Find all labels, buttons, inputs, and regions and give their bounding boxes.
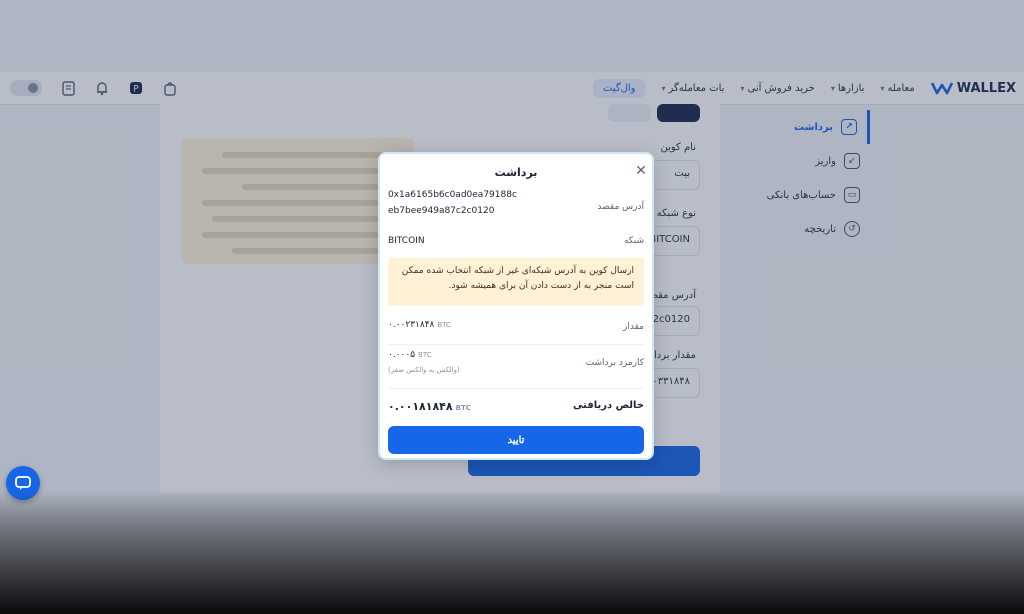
page: P WALLEX معامله ▾ بازارها ▾ خرید فروش آن…: [0, 0, 1024, 614]
network-warning: ارسال کوین به آدرس شبکه‌ای غیر از شبکه ا…: [388, 258, 644, 306]
network-label: شبکه: [623, 236, 644, 246]
net-value-wrap: ۰.۰۰۱۸۱۸۴۸ BTC: [388, 400, 471, 413]
modal-title: برداشت: [494, 166, 538, 179]
destination-address-line1: 0x1a6165b6c0ad0ea79188c: [388, 190, 517, 200]
withdraw-confirm-modal: برداشت ✕ آدرس مقصد 0x1a6165b6c0ad0ea7918…: [378, 152, 654, 460]
destination-row: آدرس مقصد 0x1a6165b6c0ad0ea79188c eb7bee…: [388, 190, 644, 224]
amount-label: مقدار: [623, 322, 644, 332]
fee-row: کارمزد برداشت ۰.۰۰۰۵ BTC (والکس به والکس …: [388, 350, 644, 380]
divider: [388, 388, 644, 389]
amount-unit: BTC: [437, 321, 451, 329]
amount-value-wrap: ۰.۰۰۲۳۱۸۴۸ BTC: [388, 320, 451, 330]
net-received-value: ۰.۰۰۱۸۱۸۴۸: [388, 400, 453, 413]
destination-address-line2: eb7bee949a87c2c0120: [388, 206, 495, 216]
net-received-label: خالص دریافتی: [573, 400, 644, 411]
fee-value-wrap: ۰.۰۰۰۵ BTC: [388, 350, 432, 360]
net-received-unit: BTC: [455, 404, 471, 412]
network-row: شبکه BITCOIN: [388, 236, 644, 250]
amount-value: ۰.۰۰۲۳۱۸۴۸: [388, 320, 435, 330]
fee-note: (والکس به والکس صفر): [388, 366, 460, 374]
network-value: BITCOIN: [388, 236, 425, 246]
destination-label: آدرس مقصد: [597, 202, 644, 212]
amount-row: مقدار ۰.۰۰۲۳۱۸۴۸ BTC: [388, 320, 644, 334]
close-icon[interactable]: ✕: [634, 164, 648, 178]
fee-value: ۰.۰۰۰۵: [388, 350, 416, 360]
divider: [388, 344, 644, 345]
fee-unit: BTC: [418, 351, 432, 359]
bottom-shadow-overlay: [0, 490, 1024, 614]
confirm-button[interactable]: تایید: [388, 426, 644, 454]
fee-label: کارمزد برداشت: [585, 358, 644, 368]
net-received-row: خالص دریافتی ۰.۰۰۱۸۱۸۴۸ BTC: [388, 400, 644, 416]
